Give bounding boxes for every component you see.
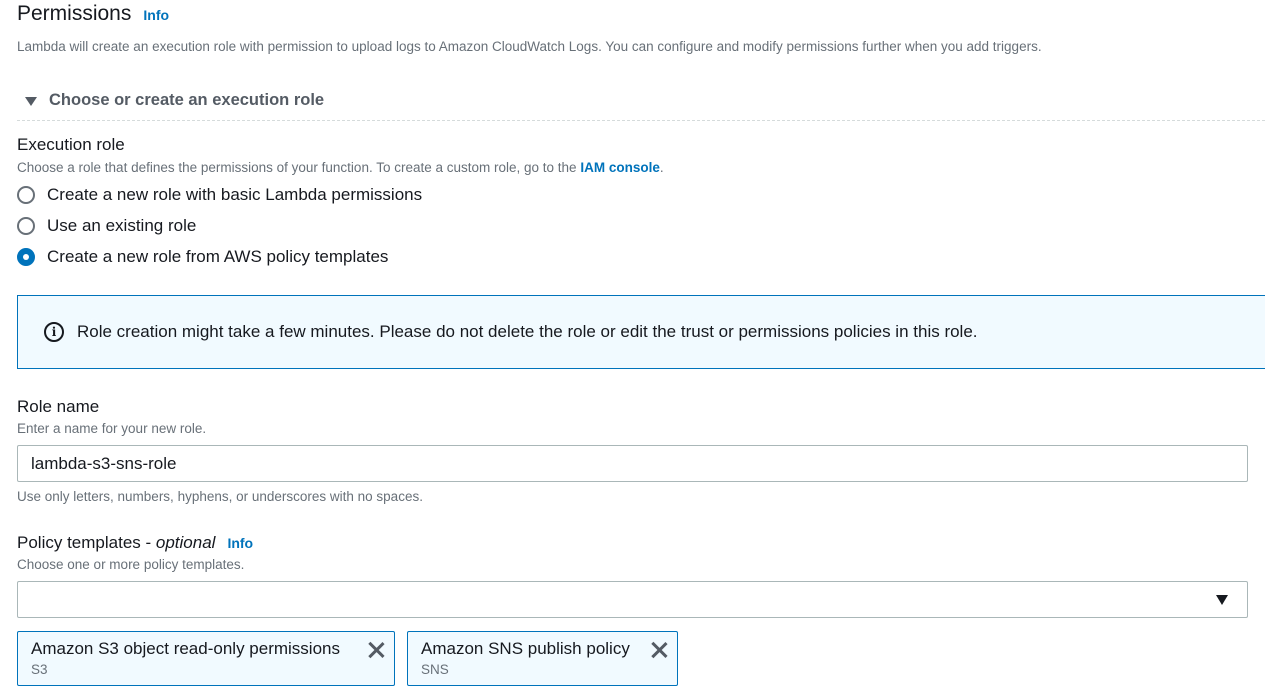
info-circle-icon: i [44,322,64,342]
policy-token-name: Amazon SNS publish policy [421,639,630,658]
policy-token-name: Amazon S3 object read-only permissions [31,639,340,658]
radio-option-policy-templates[interactable]: Create a new role from AWS policy templa… [17,245,388,269]
close-icon[interactable] [650,641,668,659]
role-name-input[interactable]: lambda-s3-sns-role [17,445,1248,482]
policy-templates-label-text: Policy templates - [17,533,156,552]
role-name-description: Enter a name for your new role. [17,421,207,436]
caret-down-icon[interactable] [1216,595,1228,605]
policy-token-tag: S3 [31,662,48,677]
execution-role-label: Execution role [17,135,125,154]
permissions-title: Permissions [17,2,132,25]
iam-console-link[interactable]: IAM console [580,160,660,175]
execution-role-description: Choose a role that defines the permissio… [17,160,664,175]
execution-role-description-text: Choose a role that defines the permissio… [17,160,581,175]
radio-option-basic-lambda[interactable]: Create a new role with basic Lambda perm… [17,183,422,207]
radio-unchecked-icon[interactable] [17,186,35,204]
info-alert: i Role creation might take a few minutes… [17,295,1265,369]
policy-templates-description: Choose one or more policy templates. [17,557,245,572]
execution-role-expander[interactable]: Choose or create an execution role [17,90,1265,121]
execution-role-description-suffix: . [659,160,664,175]
policy-templates-label: Policy templates - optional Info [17,533,253,553]
role-name-label: Role name [17,397,100,416]
permissions-info-link[interactable]: Info [143,7,169,23]
close-icon[interactable] [367,641,385,659]
policy-templates-info-link[interactable]: Info [227,535,253,551]
caret-down-icon [25,97,37,106]
radio-checked-icon[interactable] [17,248,35,266]
policy-templates-select[interactable] [17,581,1248,618]
radio-option-label: Use an existing role [47,216,197,235]
expander-label: Choose or create an execution role [49,91,325,109]
radio-option-label: Create a new role with basic Lambda perm… [47,185,423,204]
permissions-header: Permissions Info [17,2,169,26]
radio-option-label: Create a new role from AWS policy templa… [47,247,389,266]
role-name-constraint: Use only letters, numbers, hyphens, or u… [17,489,423,504]
policy-token: Amazon S3 object read-only permissions S… [17,631,395,686]
policy-templates-optional: optional [155,533,216,552]
alert-message: Role creation might take a few minutes. … [77,322,978,341]
policy-token-tag: SNS [421,662,449,677]
permissions-description: Lambda will create an execution role wit… [17,39,1042,54]
lambda-permissions-panel: Permissions Info Lambda will create an e… [0,0,1265,700]
policy-token: Amazon SNS publish policy SNS [407,631,678,686]
radio-option-existing-role[interactable]: Use an existing role [17,214,196,238]
radio-unchecked-icon[interactable] [17,217,35,235]
